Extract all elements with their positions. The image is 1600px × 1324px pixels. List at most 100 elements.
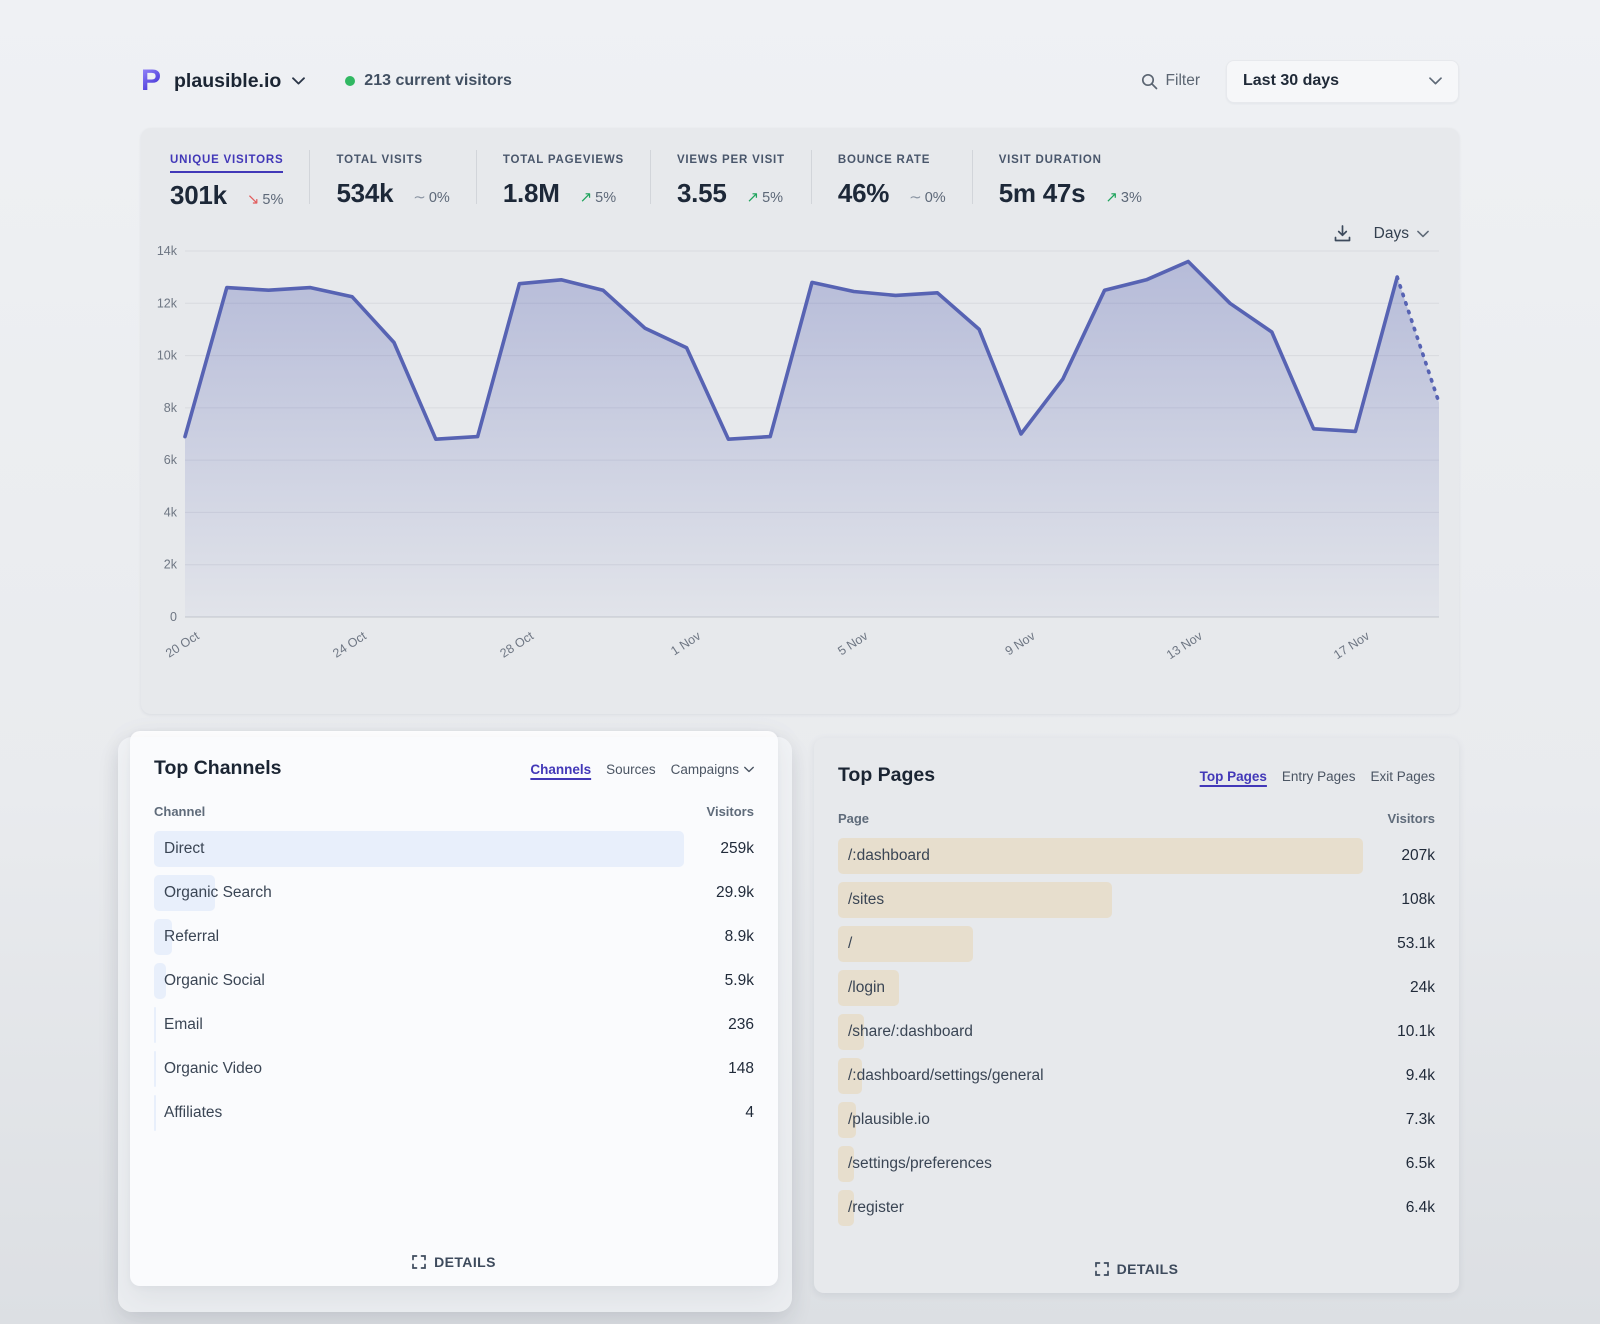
divider xyxy=(811,150,812,204)
trend-up-icon: ↗ xyxy=(580,189,593,206)
value-bar xyxy=(154,831,684,867)
column-header-value: Visitors xyxy=(707,804,754,819)
row-value: 6.4k xyxy=(1406,1199,1435,1217)
row-label: Affiliates xyxy=(154,1104,222,1122)
trend-down-icon: ↘ xyxy=(247,191,260,208)
stat-views-per-visit[interactable]: VIEWS PER VISIT 3.55 ↗5% xyxy=(677,150,811,209)
breakdown-panels: Top Channels Channels Sources Campaigns Ch… xyxy=(141,738,1459,1293)
date-range-value: Last 30 days xyxy=(1243,72,1339,90)
export-button[interactable] xyxy=(1333,224,1352,243)
table-row[interactable]: /register6.4k xyxy=(838,1186,1435,1230)
visitors-chart: 02k4k6k8k10k12k14k20 Oct24 Oct28 Oct1 No… xyxy=(155,243,1445,682)
svg-text:20 Oct: 20 Oct xyxy=(163,628,202,660)
row-value: 10.1k xyxy=(1397,1023,1435,1041)
tab-sources[interactable]: Sources xyxy=(606,762,656,777)
details-label: DETAILS xyxy=(434,1254,496,1270)
interval-select[interactable]: Days xyxy=(1374,225,1429,243)
stat-unique-visitors[interactable]: UNIQUE VISITORS301k↘5% xyxy=(170,150,309,211)
row-value: 53.1k xyxy=(1397,935,1435,953)
top-bar: P plausible.io 213 current visitors Filt… xyxy=(141,58,1459,104)
panel-title: Top Channels xyxy=(154,757,281,780)
row-value: 8.9k xyxy=(725,928,754,946)
tab-top-pages[interactable]: Top Pages xyxy=(1200,769,1267,784)
divider xyxy=(972,150,973,204)
table-row[interactable]: Referral8.9k xyxy=(154,915,754,959)
stat-label: TOTAL PAGEVIEWS xyxy=(503,154,624,171)
table-row[interactable]: Organic Social5.9k xyxy=(154,959,754,1003)
pages-table: /:dashboard 207k/sites 108k / 53.1k/login 24k… xyxy=(838,834,1435,1230)
table-row[interactable]: Affiliates 4 xyxy=(154,1091,754,1135)
chevron-down-icon xyxy=(292,77,305,85)
current-visitors[interactable]: 213 current visitors xyxy=(345,72,512,90)
row-value: 148 xyxy=(728,1060,754,1078)
row-value: 4 xyxy=(745,1104,754,1122)
row-label: /login xyxy=(838,979,885,997)
row-label: /sites xyxy=(838,891,884,909)
tab-exit-pages[interactable]: Exit Pages xyxy=(1370,769,1435,784)
stat-bounce-rate[interactable]: BOUNCE RATE46%∼0% xyxy=(838,150,972,209)
row-label: / xyxy=(838,935,852,953)
table-row[interactable]: /:dashboard/settings/general9.4k xyxy=(838,1054,1435,1098)
svg-text:10k: 10k xyxy=(157,349,178,363)
row-label: Direct xyxy=(154,840,204,858)
svg-text:8k: 8k xyxy=(164,401,178,415)
value-bar xyxy=(838,926,973,962)
chevron-down-icon xyxy=(1429,77,1442,85)
stat-value: 5m 47s xyxy=(999,178,1086,209)
channels-table: Direct 259k Organic Search29.9kReferral8.9… xyxy=(154,827,754,1135)
site-switcher[interactable]: plausible.io xyxy=(174,70,305,93)
table-row[interactable]: Direct 259k xyxy=(154,827,754,871)
top-stats-row: UNIQUE VISITORS301k↘5%TOTAL VISITS534k∼0… xyxy=(170,150,1445,211)
panel-title: Top Pages xyxy=(838,764,935,787)
divider xyxy=(309,150,310,204)
filter-button[interactable]: Filter xyxy=(1141,72,1200,90)
row-label: /:dashboard xyxy=(838,847,930,865)
table-row[interactable]: /login 24k xyxy=(838,966,1435,1010)
table-row[interactable]: /:dashboard 207k xyxy=(838,834,1435,878)
tab-campaigns[interactable]: Campaigns xyxy=(671,762,754,777)
table-row[interactable]: Organic Search29.9k xyxy=(154,871,754,915)
row-value: 108k xyxy=(1401,891,1435,909)
stat-value: 534k xyxy=(336,178,393,209)
date-range-select[interactable]: Last 30 days xyxy=(1226,60,1459,103)
column-header-value: Visitors xyxy=(1388,811,1435,826)
svg-text:2k: 2k xyxy=(164,558,178,572)
trend-flat-icon: ∼ xyxy=(413,189,426,206)
table-row[interactable]: Organic Video148 xyxy=(154,1047,754,1091)
stat-total-visits[interactable]: TOTAL VISITS534k∼0% xyxy=(336,150,475,209)
details-button[interactable]: DETAILS xyxy=(412,1254,496,1270)
tab-channels[interactable]: Channels xyxy=(530,762,591,777)
row-value: 236 xyxy=(728,1016,754,1034)
row-value: 24k xyxy=(1410,979,1435,997)
top-channels-panel: Top Channels Channels Sources Campaigns Ch… xyxy=(130,731,778,1286)
stat-value: 301k xyxy=(170,180,227,211)
stat-total-pageviews[interactable]: TOTAL PAGEVIEWS1.8M↗5% xyxy=(503,150,650,209)
search-icon xyxy=(1141,73,1158,90)
stat-change: ↘5% xyxy=(247,190,284,208)
stat-label: VISIT DURATION xyxy=(999,154,1102,171)
stat-change: ↗5% xyxy=(747,188,784,206)
row-value: 207k xyxy=(1401,847,1435,865)
stat-value: 3.55 xyxy=(677,178,727,209)
tab-entry-pages[interactable]: Entry Pages xyxy=(1282,769,1356,784)
svg-text:12k: 12k xyxy=(157,296,178,310)
table-row[interactable]: /settings/preferences6.5k xyxy=(838,1142,1435,1186)
table-row[interactable]: /sites 108k xyxy=(838,878,1435,922)
details-button[interactable]: DETAILS xyxy=(1095,1261,1179,1277)
table-row[interactable]: /plausible.io7.3k xyxy=(838,1098,1435,1142)
plausible-logo-icon: P xyxy=(141,66,161,96)
stat-label: BOUNCE RATE xyxy=(838,154,930,171)
table-row[interactable]: Email236 xyxy=(154,1003,754,1047)
stat-label: VIEWS PER VISIT xyxy=(677,154,785,171)
svg-text:24 Oct: 24 Oct xyxy=(330,628,369,660)
table-row[interactable]: /share/:dashboard10.1k xyxy=(838,1010,1435,1054)
row-label: Organic Search xyxy=(154,884,272,902)
table-row[interactable]: / 53.1k xyxy=(838,922,1435,966)
interval-value: Days xyxy=(1374,225,1409,243)
stat-visit-duration[interactable]: VISIT DURATION5m 47s↗3% xyxy=(999,150,1168,209)
chart-toolbar: Days xyxy=(1333,224,1429,243)
svg-text:17 Nov: 17 Nov xyxy=(1331,628,1372,662)
column-header-key: Channel xyxy=(154,804,205,819)
row-value: 259k xyxy=(720,840,754,858)
svg-text:0: 0 xyxy=(170,610,177,624)
